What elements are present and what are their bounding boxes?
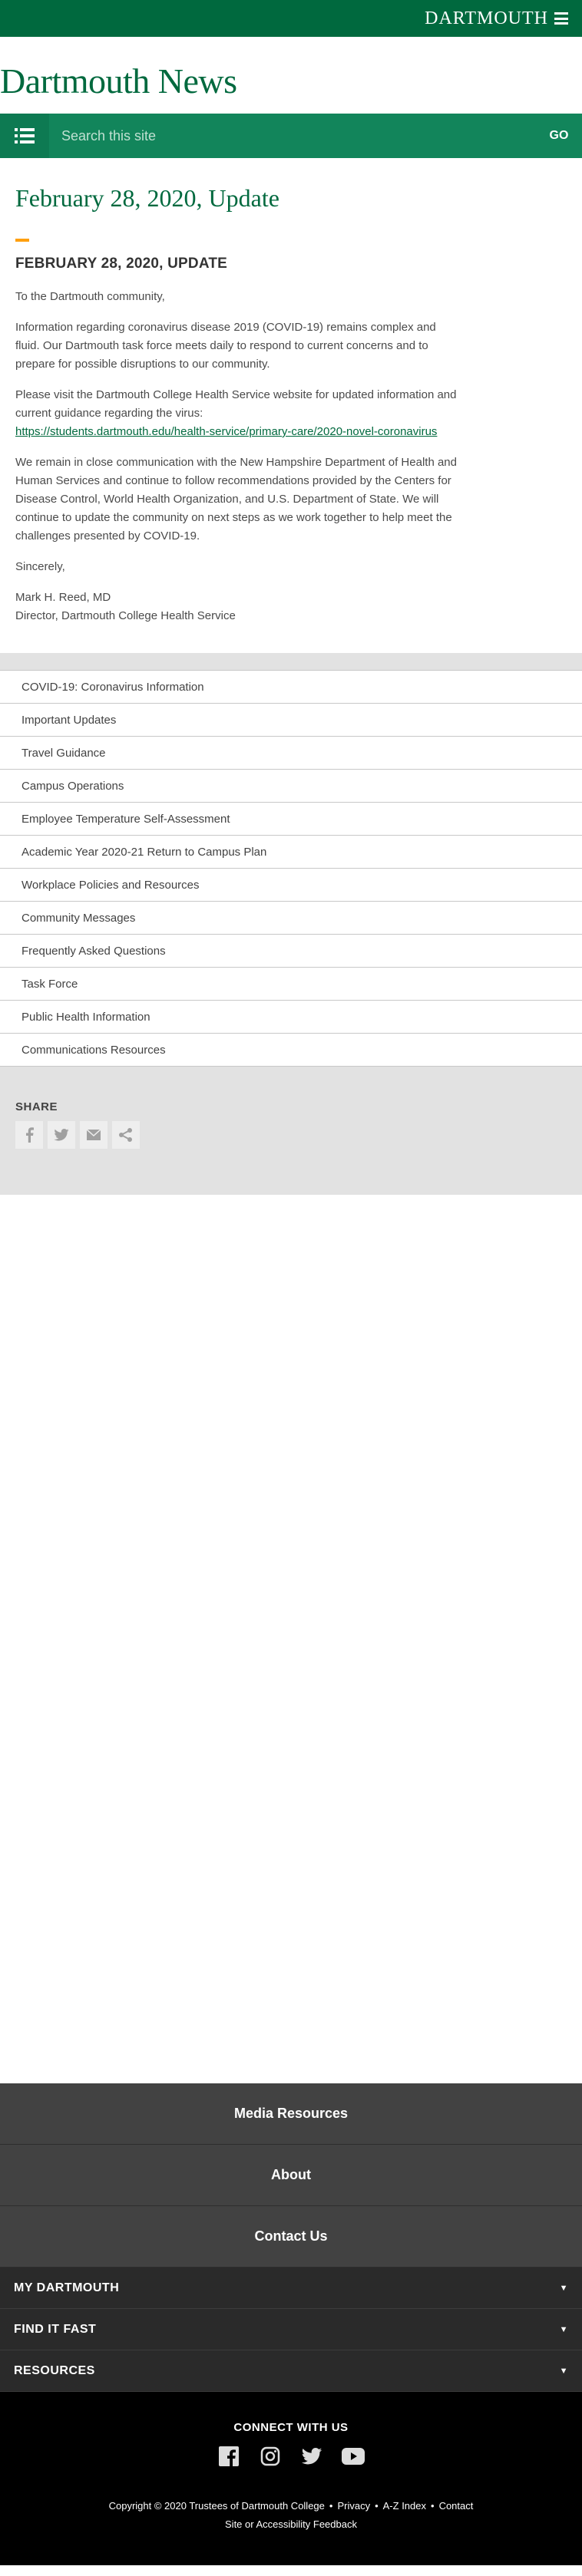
contact-link[interactable]: Contact bbox=[439, 2500, 474, 2512]
legal-links: Copyright © 2020 Trustees of Dartmouth C… bbox=[0, 2497, 582, 2534]
content-spacer bbox=[0, 1195, 582, 2083]
dartmouth-wordmark[interactable]: DARTMOUTH bbox=[425, 8, 548, 29]
related-link[interactable]: Frequently Asked Questions bbox=[0, 935, 582, 968]
related-links: COVID-19: Coronavirus Information Import… bbox=[0, 670, 582, 1067]
accordion-my-dartmouth[interactable]: MY DARTMOUTH ▼ bbox=[0, 2268, 582, 2309]
footer-accordions: MY DARTMOUTH ▼ FIND IT FAST ▼ RESOURCES … bbox=[0, 2268, 582, 2392]
accessibility-feedback-link[interactable]: Site or Accessibility Feedback bbox=[225, 2518, 357, 2530]
share-label: SHARE bbox=[15, 1100, 58, 1113]
closing: Sincerely, bbox=[15, 560, 65, 573]
paragraph-1: Information regarding coronavirus diseas… bbox=[15, 321, 436, 371]
facebook-icon[interactable] bbox=[217, 2445, 240, 2468]
connect-heading: CONNECT WITH US bbox=[233, 2421, 349, 2434]
accordion-resources[interactable]: RESOURCES ▼ bbox=[0, 2350, 582, 2392]
menu-icon[interactable] bbox=[554, 12, 568, 25]
related-link[interactable]: Academic Year 2020-21 Return to Campus P… bbox=[0, 836, 582, 869]
share-block: SHARE bbox=[0, 1100, 582, 1149]
caret-down-icon: ▼ bbox=[559, 2366, 568, 2376]
instagram-icon[interactable] bbox=[259, 2445, 282, 2468]
copyright: Copyright © 2020 Trustees of Dartmouth C… bbox=[108, 2500, 325, 2512]
share-icons bbox=[15, 1121, 567, 1149]
signature: Mark H. Reed, MD Director, Dartmouth Coll… bbox=[15, 589, 461, 625]
accordion-label: RESOURCES bbox=[14, 2363, 95, 2377]
related-link[interactable]: Important Updates bbox=[0, 704, 582, 737]
youtube-icon[interactable] bbox=[342, 2445, 365, 2468]
related-link[interactable]: COVID-19: Coronavirus Information bbox=[0, 671, 582, 704]
accordion-find-it-fast[interactable]: FIND IT FAST ▼ bbox=[0, 2309, 582, 2350]
caret-down-icon: ▼ bbox=[559, 2283, 568, 2293]
footer-link-contact-us[interactable]: Contact Us bbox=[0, 2206, 582, 2268]
footer-bottom: CONNECT WITH US Copyright © 2020 Trustee… bbox=[0, 2392, 582, 2565]
site-title[interactable]: Dartmouth News bbox=[0, 47, 237, 101]
bullet-separator: • bbox=[375, 2500, 379, 2512]
accordion-label: MY DARTMOUTH bbox=[14, 2281, 120, 2294]
email-icon[interactable] bbox=[80, 1121, 107, 1149]
page-title: February 28, 2020, Update bbox=[15, 184, 279, 212]
health-service-link[interactable]: https://students.dartmouth.edu/health-se… bbox=[15, 425, 437, 438]
related-section: COVID-19: Coronavirus Information Import… bbox=[0, 653, 582, 1195]
signer-title: Director, Dartmouth College Health Servi… bbox=[15, 609, 236, 622]
article: February 28, 2020, Update FEBRUARY 28, 2… bbox=[0, 158, 476, 653]
search-bar: GO bbox=[0, 114, 582, 158]
site-footer: Media Resources About Contact Us MY DART… bbox=[0, 2083, 582, 2565]
related-link[interactable]: Public Health Information bbox=[0, 1001, 582, 1034]
related-link[interactable]: Employee Temperature Self-Assessment bbox=[0, 803, 582, 836]
twitter-icon[interactable] bbox=[300, 2445, 323, 2468]
related-link[interactable]: Campus Operations bbox=[0, 770, 582, 803]
az-index-link[interactable]: A-Z Index bbox=[383, 2500, 426, 2512]
twitter-icon[interactable] bbox=[48, 1121, 75, 1149]
related-link[interactable]: Communications Resources bbox=[0, 1034, 582, 1067]
article-heading: FEBRUARY 28, 2020, UPDATE bbox=[15, 256, 228, 272]
site-title-bar: Dartmouth News bbox=[0, 37, 582, 110]
paragraph-2-text: Please visit the Dartmouth College Healt… bbox=[15, 388, 457, 420]
greeting: To the Dartmouth community, bbox=[15, 290, 165, 303]
top-bar: DARTMOUTH bbox=[0, 0, 582, 37]
bullet-separator: • bbox=[329, 2500, 333, 2512]
paragraph-3: We remain in close communication with th… bbox=[15, 456, 457, 543]
caret-down-icon: ▼ bbox=[559, 2324, 568, 2334]
related-link[interactable]: Workplace Policies and Resources bbox=[0, 869, 582, 902]
accent-divider bbox=[15, 239, 29, 242]
related-link[interactable]: Travel Guidance bbox=[0, 737, 582, 770]
paragraph-2: Please visit the Dartmouth College Healt… bbox=[15, 386, 461, 441]
social-links bbox=[0, 2445, 582, 2468]
accordion-label: FIND IT FAST bbox=[14, 2322, 97, 2336]
search-input[interactable] bbox=[49, 114, 536, 158]
search-go-button[interactable]: GO bbox=[536, 114, 582, 158]
signer-name: Mark H. Reed, MD bbox=[15, 591, 111, 604]
footer-link-media-resources[interactable]: Media Resources bbox=[0, 2083, 582, 2145]
share-icon[interactable] bbox=[112, 1121, 140, 1149]
related-link[interactable]: Task Force bbox=[0, 968, 582, 1001]
bullet-separator: • bbox=[431, 2500, 435, 2512]
footer-links: Media Resources About Contact Us bbox=[0, 2083, 582, 2268]
related-link[interactable]: Community Messages bbox=[0, 902, 582, 935]
facebook-icon[interactable] bbox=[15, 1121, 43, 1149]
privacy-link[interactable]: Privacy bbox=[337, 2500, 370, 2512]
section-nav-toggle[interactable] bbox=[0, 114, 49, 158]
list-icon bbox=[15, 128, 35, 143]
footer-link-about[interactable]: About bbox=[0, 2145, 582, 2206]
